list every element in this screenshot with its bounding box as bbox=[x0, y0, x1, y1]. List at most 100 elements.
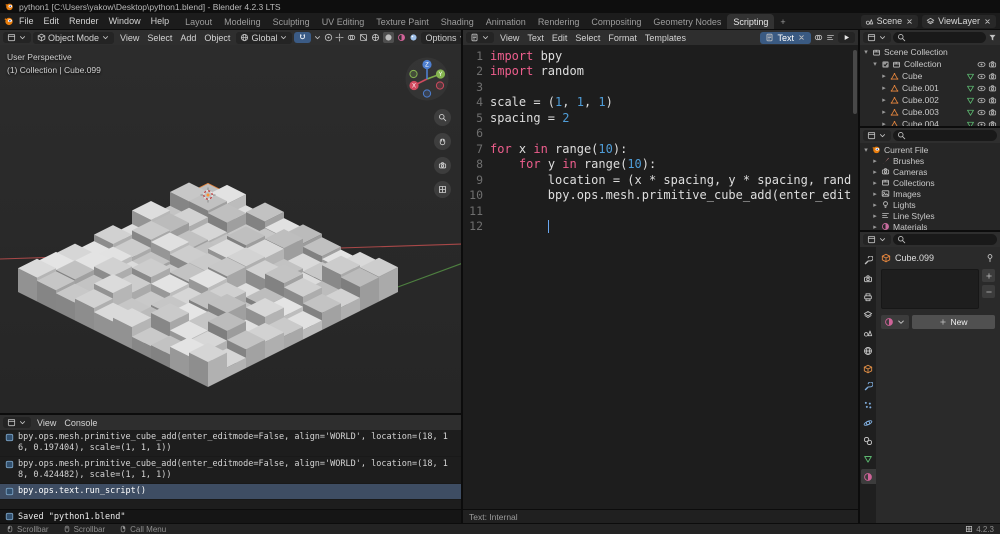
disclosure-icon[interactable]: ▸ bbox=[880, 120, 888, 126]
editor-type-button[interactable] bbox=[863, 32, 891, 43]
code-line-2[interactable]: 2 import random bbox=[463, 64, 858, 80]
material-slot-list[interactable] bbox=[881, 269, 979, 309]
outliner-collection[interactable]: ▾ Collection bbox=[860, 58, 1000, 70]
tab-modeling[interactable]: Modeling bbox=[218, 14, 267, 29]
add-slot-button[interactable] bbox=[982, 269, 995, 282]
disclosure-icon[interactable]: ▾ bbox=[862, 48, 870, 56]
toggle-projection-button[interactable] bbox=[434, 181, 451, 198]
disable-render-toggle[interactable] bbox=[988, 120, 997, 126]
properties-tab-constraints[interactable] bbox=[861, 433, 876, 448]
mesh-data-icon[interactable] bbox=[966, 108, 975, 117]
shading-rendered-button[interactable] bbox=[409, 33, 418, 42]
hide-viewport-toggle[interactable] bbox=[977, 108, 986, 117]
disclosure-icon[interactable]: ▸ bbox=[871, 157, 879, 165]
code-line-9[interactable]: 9 location = (x * spacing, y * spacing, … bbox=[463, 172, 858, 188]
disable-render-toggle[interactable] bbox=[988, 108, 997, 117]
pin-icon[interactable] bbox=[985, 253, 995, 263]
text-editor-menu-templates[interactable]: Templates bbox=[641, 32, 690, 44]
editor-type-button[interactable] bbox=[863, 234, 891, 245]
console-menu-view[interactable]: View bbox=[33, 417, 60, 429]
console-report-1[interactable]: bpy.ops.mesh.primitive_cube_add(enter_ed… bbox=[0, 430, 461, 458]
orientation-dropdown[interactable]: Global bbox=[236, 31, 293, 44]
snap-toggle[interactable] bbox=[294, 32, 312, 43]
properties-tab-physics[interactable] bbox=[861, 415, 876, 430]
file-current-file[interactable]: ▾ Current File bbox=[860, 144, 1000, 155]
code-line-11[interactable]: 11 bbox=[463, 203, 858, 219]
outliner-scene-collection[interactable]: ▾ Scene Collection bbox=[860, 46, 1000, 58]
filter-icon[interactable] bbox=[988, 33, 997, 42]
disable-render-toggle[interactable] bbox=[988, 60, 997, 69]
hide-viewport-toggle[interactable] bbox=[977, 72, 986, 81]
outliner-object-cube-004[interactable]: ▸ Cube.004 bbox=[860, 118, 1000, 126]
tab-shading[interactable]: Shading bbox=[435, 14, 480, 29]
scrollbar[interactable] bbox=[853, 50, 857, 114]
file-category-images[interactable]: ▸ Images bbox=[860, 188, 1000, 199]
remove-slot-button[interactable] bbox=[982, 285, 995, 298]
disclosure-icon[interactable]: ▸ bbox=[880, 84, 888, 92]
topbar-menu-edit[interactable]: Edit bbox=[39, 15, 65, 28]
code-line-12[interactable]: 12 bbox=[463, 219, 858, 235]
outliner-object-cube-001[interactable]: ▸ Cube.001 bbox=[860, 82, 1000, 94]
text-editor-menu-select[interactable]: Select bbox=[571, 32, 604, 44]
hide-viewport-toggle[interactable] bbox=[977, 120, 986, 126]
properties-tab-output[interactable] bbox=[861, 289, 876, 304]
tab-sculpting[interactable]: Sculpting bbox=[267, 14, 316, 29]
disclosure-icon[interactable]: ▾ bbox=[871, 60, 879, 68]
text-editor-menu-edit[interactable]: Edit bbox=[548, 32, 572, 44]
properties-tab-render[interactable] bbox=[861, 271, 876, 286]
disclosure-icon[interactable]: ▸ bbox=[871, 190, 879, 198]
viewport-menu-view[interactable]: View bbox=[116, 32, 143, 44]
code-line-10[interactable]: 10 bpy.ops.mesh.primitive_cube_add(enter… bbox=[463, 188, 858, 204]
topbar-menu-render[interactable]: Render bbox=[64, 15, 104, 28]
word-wrap-icon[interactable] bbox=[826, 33, 835, 42]
editor-type-button[interactable] bbox=[863, 130, 891, 141]
tab-layout[interactable]: Layout bbox=[179, 14, 218, 29]
disable-render-toggle[interactable] bbox=[988, 84, 997, 93]
new-material-button[interactable]: New bbox=[912, 315, 995, 329]
properties-tab-world[interactable] bbox=[861, 343, 876, 358]
shading-wireframe-button[interactable] bbox=[371, 33, 380, 42]
disclosure-icon[interactable]: ▸ bbox=[871, 201, 879, 209]
file-category-line-styles[interactable]: ▸ Line Styles bbox=[860, 210, 1000, 221]
disable-render-toggle[interactable] bbox=[988, 72, 997, 81]
mesh-data-icon[interactable] bbox=[966, 84, 975, 93]
editor-type-button[interactable] bbox=[3, 417, 31, 428]
unlink-scene-button[interactable] bbox=[905, 17, 914, 26]
run-script-button[interactable] bbox=[838, 32, 855, 43]
tab-scripting[interactable]: Scripting bbox=[727, 14, 775, 29]
xray-toggle[interactable] bbox=[359, 33, 368, 42]
tab-animation[interactable]: Animation bbox=[480, 14, 532, 29]
tab-texture-paint[interactable]: Texture Paint bbox=[370, 14, 435, 29]
file-search-input[interactable] bbox=[893, 130, 997, 141]
code-line-7[interactable]: 7 for x in range(10): bbox=[463, 141, 858, 157]
tab-geometry-nodes[interactable]: Geometry Nodes bbox=[647, 14, 727, 29]
outliner-object-cube-002[interactable]: ▸ Cube.002 bbox=[860, 94, 1000, 106]
editor-type-button[interactable] bbox=[466, 32, 494, 43]
viewport-menu-object[interactable]: Object bbox=[200, 32, 234, 44]
console-menu-console[interactable]: Console bbox=[60, 417, 101, 429]
outliner-object-cube-003[interactable]: ▸ Cube.003 bbox=[860, 106, 1000, 118]
disclosure-icon[interactable]: ▸ bbox=[871, 212, 879, 220]
properties-tab-scene[interactable] bbox=[861, 325, 876, 340]
scene-selector[interactable]: Scene bbox=[860, 14, 919, 28]
shading-solid-button[interactable] bbox=[383, 32, 395, 43]
properties-tab-material[interactable] bbox=[860, 469, 876, 484]
browse-material-button[interactable] bbox=[881, 315, 909, 329]
hide-viewport-toggle[interactable] bbox=[977, 84, 986, 93]
show-gizmo-toggle[interactable] bbox=[335, 33, 344, 42]
properties-search-input[interactable] bbox=[893, 234, 997, 245]
viewlayer-selector[interactable]: ViewLayer bbox=[922, 14, 996, 28]
unlink-text-button[interactable] bbox=[797, 33, 806, 42]
text-datablock-selector[interactable]: Text bbox=[760, 31, 811, 44]
disclosure-icon[interactable]: ▾ bbox=[862, 146, 870, 154]
editor-type-button[interactable] bbox=[3, 32, 31, 43]
text-editor-menu-text[interactable]: Text bbox=[523, 32, 548, 44]
camera-view-button[interactable] bbox=[434, 157, 451, 174]
text-editor-menu-view[interactable]: View bbox=[496, 32, 523, 44]
unlink-viewlayer-button[interactable] bbox=[983, 17, 992, 26]
show-overlays-toggle[interactable] bbox=[347, 33, 356, 42]
disclosure-icon[interactable]: ▸ bbox=[880, 96, 888, 104]
snap-options-dropdown[interactable] bbox=[313, 33, 322, 42]
properties-tab-view-layer[interactable] bbox=[861, 307, 876, 322]
viewport-menu-add[interactable]: Add bbox=[176, 32, 200, 44]
